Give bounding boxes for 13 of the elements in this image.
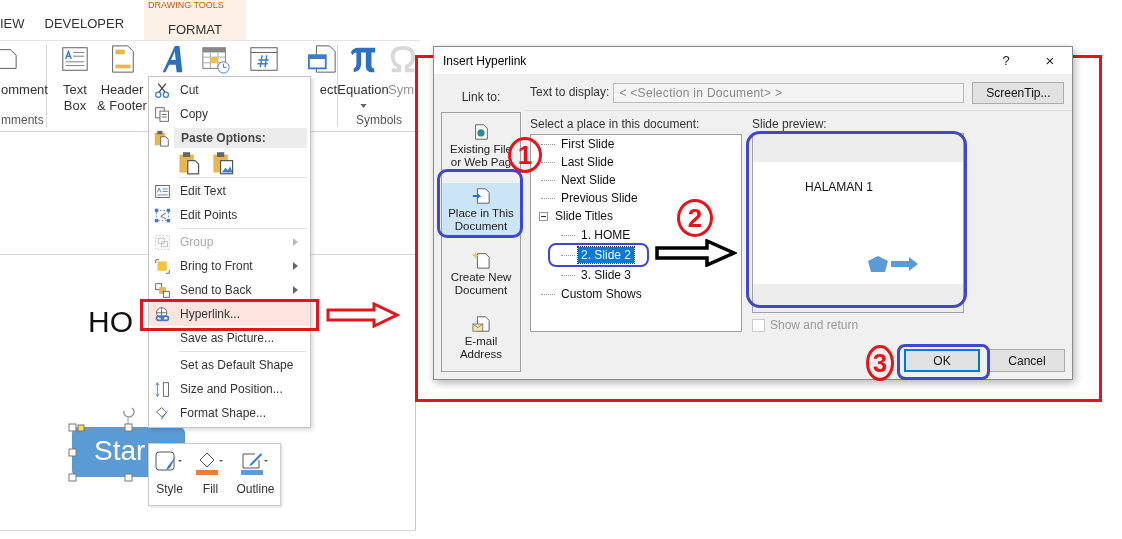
contextual-tab-label: DRAWING TOOLS: [148, 0, 224, 10]
slide-title: HO: [88, 305, 133, 339]
group-label: mments: [0, 113, 45, 127]
slide-title: HALAMAN 1: [805, 180, 874, 194]
field-label: Text to display:: [530, 84, 610, 99]
field-label: Link to:: [460, 90, 502, 104]
step-number: 3: [866, 345, 894, 381]
field-label: Slide preview:: [752, 117, 828, 131]
field-label: Select a place in this document:: [530, 117, 701, 131]
step-number: 2: [677, 199, 713, 237]
group-label: Symbols: [355, 113, 403, 127]
menu-section-header: Paste Options:: [174, 128, 307, 148]
window-title: Insert Hyperlink: [443, 53, 528, 68]
